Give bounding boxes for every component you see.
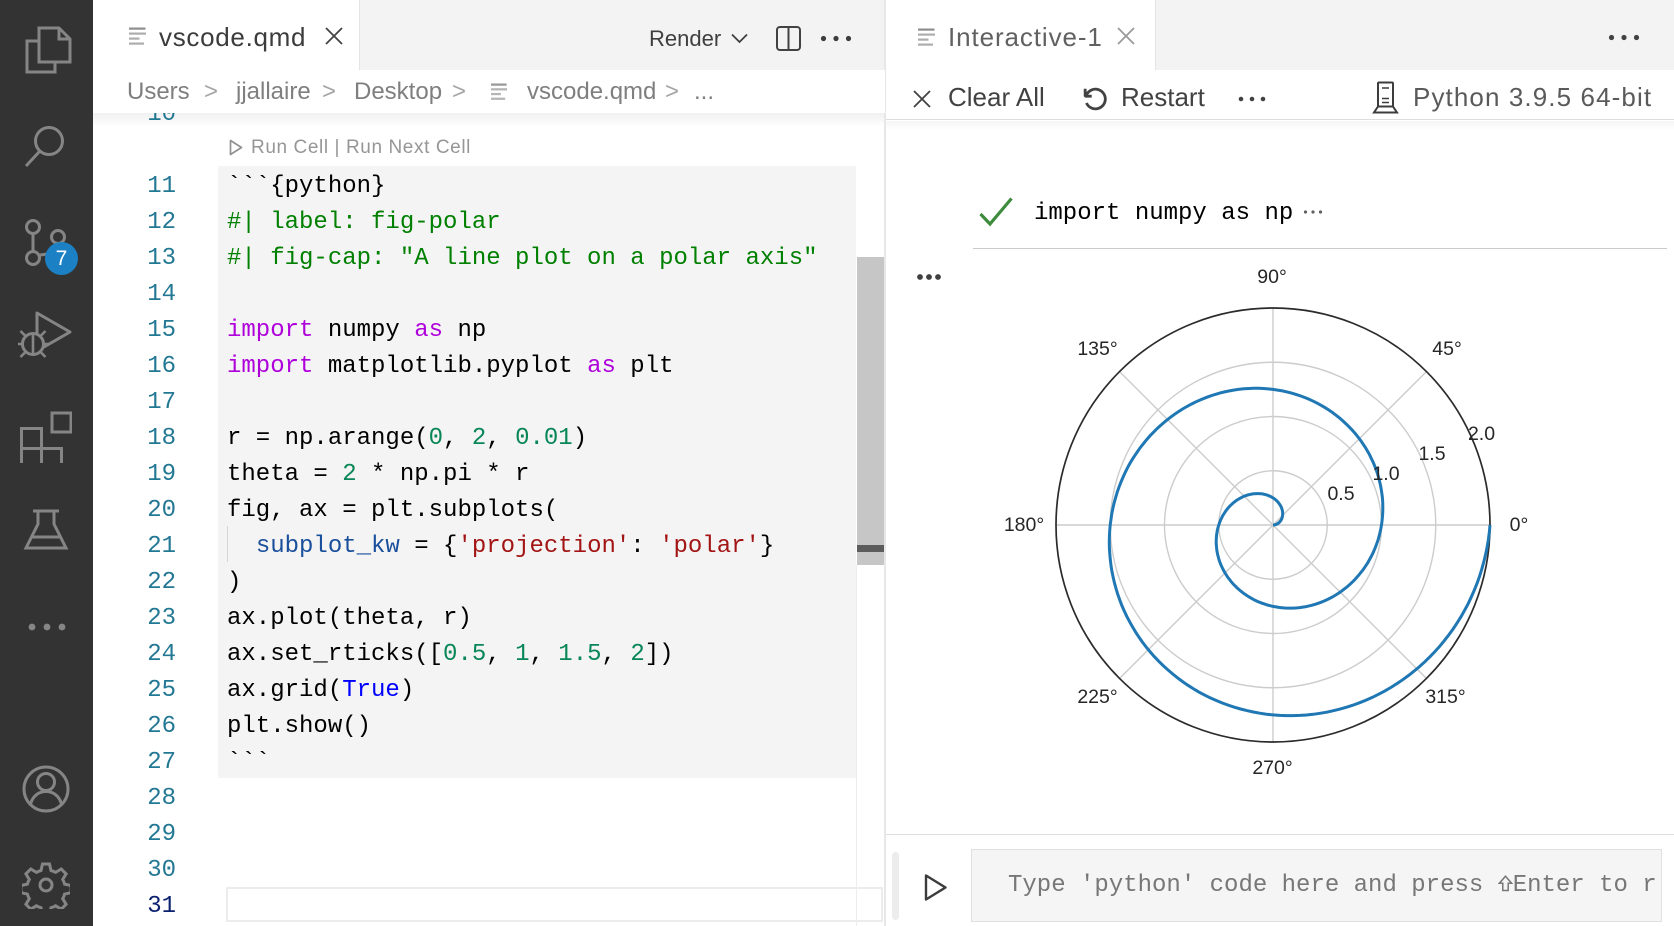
svg-text:1.0: 1.0 (1372, 463, 1399, 485)
svg-text:180°: 180° (1004, 514, 1044, 536)
svg-text:315°: 315° (1425, 686, 1465, 708)
svg-text:2.0: 2.0 (1468, 423, 1495, 445)
svg-text:225°: 225° (1077, 686, 1117, 708)
svg-text:0°: 0° (1510, 514, 1529, 536)
svg-text:45°: 45° (1432, 338, 1462, 360)
svg-text:90°: 90° (1257, 266, 1287, 288)
svg-text:1.5: 1.5 (1418, 443, 1445, 465)
svg-text:0.5: 0.5 (1327, 483, 1354, 505)
svg-text:135°: 135° (1077, 338, 1117, 360)
svg-text:270°: 270° (1252, 757, 1292, 779)
